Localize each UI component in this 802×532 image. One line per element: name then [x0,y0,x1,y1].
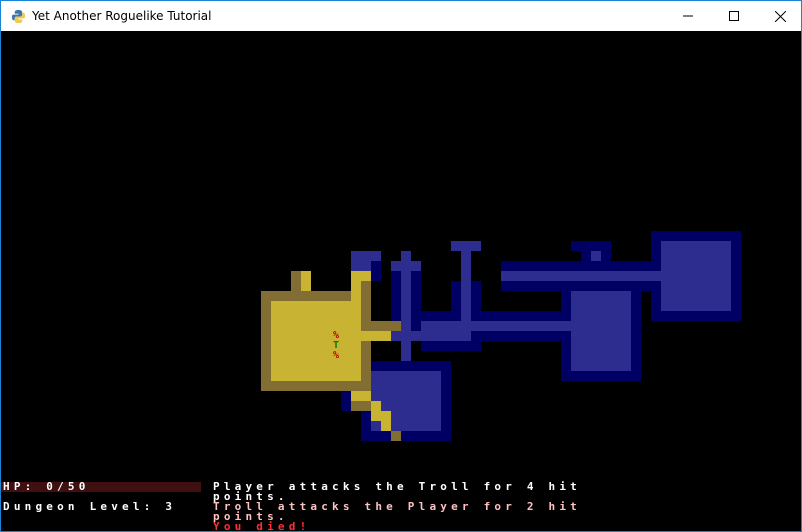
minimize-icon [683,15,693,17]
window-title: Yet Another Roguelike Tutorial [32,9,212,23]
title-bar[interactable]: Yet Another Roguelike Tutorial [1,1,801,31]
wall-tile [391,431,401,441]
floor-tile [401,251,411,261]
floor-tile [371,401,381,421]
minimize-button[interactable] [665,1,711,31]
maximize-icon [729,11,739,21]
game-console[interactable]: % T % HP: 0/50 Dungeon Level: 3 Player a… [1,31,801,531]
floor-tile [461,281,471,321]
floor-tile [571,291,631,371]
close-button[interactable] [757,1,802,31]
wall-tile [361,321,401,331]
game-window: Yet Another Roguelike Tutorial % T % HP:… [0,0,802,532]
message-line: You died! [213,520,311,531]
floor-tile [451,241,481,251]
wall-tile [351,401,371,411]
maximize-button[interactable] [711,1,757,31]
floor-tile [361,331,391,341]
floor-tile [661,241,731,311]
corpse-glyph-2: % [332,350,340,361]
wall-tile [361,341,371,391]
close-icon [774,10,786,22]
floor-tile [401,261,411,361]
floor-tile [271,301,361,381]
wall-tile [371,261,381,281]
hp-text: HP: 0/50 [3,480,90,493]
floor-tile [381,331,471,341]
wall-tile [571,241,611,251]
floor-tile [501,271,661,281]
floor-tile [381,411,391,431]
floor-tile [411,261,421,271]
dungeon-level-text: Dungeon Level: 3 [3,500,177,513]
python-icon [11,9,26,24]
